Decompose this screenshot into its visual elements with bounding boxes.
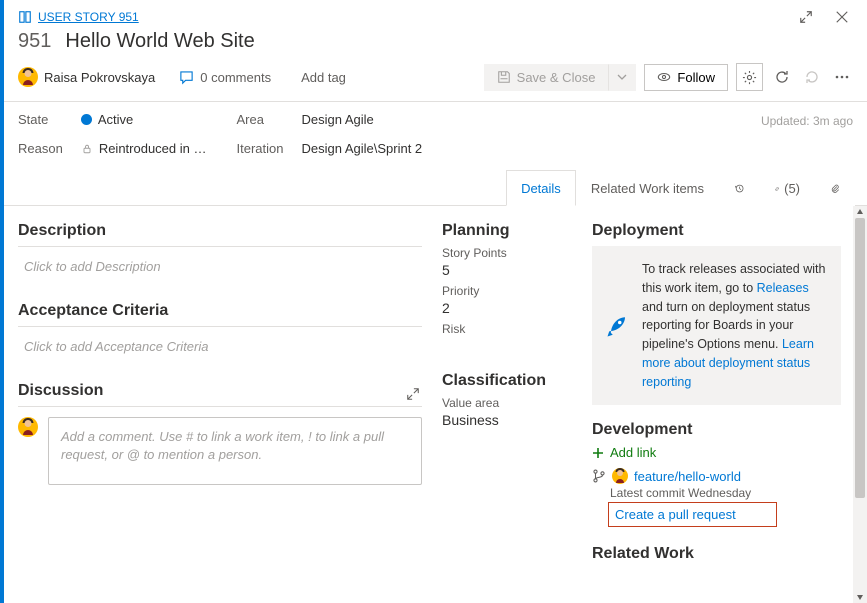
value-area-label: Value area [442, 396, 576, 410]
create-pr-highlight: Create a pull request [608, 502, 777, 527]
tab-links[interactable]: (5) [759, 170, 815, 206]
add-tag-button[interactable]: Add tag [295, 68, 352, 87]
risk-label: Risk [442, 322, 576, 336]
follow-label: Follow [677, 70, 715, 85]
classification-heading: Classification [442, 372, 576, 390]
reason-label: Reason [18, 141, 63, 156]
breadcrumb: USER STORY 951 [18, 10, 139, 24]
branch-icon [592, 469, 606, 483]
save-close-button[interactable]: Save & Close [484, 64, 609, 91]
save-menu-button[interactable] [608, 64, 636, 91]
branch-link[interactable]: feature/hello-world [634, 469, 741, 484]
tab-related-work-items[interactable]: Related Work items [576, 170, 719, 206]
reason-value: Reintroduced in … [99, 141, 207, 156]
branch-author-avatar [612, 468, 628, 484]
create-pull-request-link[interactable]: Create a pull request [615, 507, 736, 522]
links-count: (5) [784, 181, 800, 196]
fullscreen-icon [799, 10, 813, 24]
acceptance-heading: Acceptance Criteria [18, 302, 422, 320]
tab-details[interactable]: Details [506, 170, 576, 206]
value-area-field[interactable]: Business [442, 412, 576, 428]
user-story-icon [18, 10, 32, 24]
avatar [18, 67, 38, 87]
area-picker[interactable]: Design Agile [301, 112, 422, 127]
current-user-avatar [18, 417, 38, 437]
priority-field[interactable]: 2 [442, 300, 576, 316]
description-input[interactable]: Click to add Description [18, 257, 422, 302]
reason-picker[interactable]: Reintroduced in … [81, 141, 207, 156]
assignee-picker[interactable]: Raisa Pokrovskaya [18, 67, 155, 87]
development-heading: Development [592, 421, 841, 439]
undo-button[interactable] [801, 66, 823, 88]
assignee-name: Raisa Pokrovskaya [44, 70, 155, 85]
discussion-heading: Discussion [18, 382, 103, 400]
releases-link[interactable]: Releases [757, 281, 809, 295]
story-points-label: Story Points [442, 246, 576, 260]
paperclip-icon [830, 182, 840, 196]
lock-icon [81, 143, 93, 155]
add-link-label: Add link [610, 445, 656, 460]
comments-count: 0 comments [200, 70, 271, 85]
iteration-picker[interactable]: Design Agile\Sprint 2 [301, 141, 422, 156]
state-dot-icon [81, 114, 92, 125]
description-heading: Description [18, 222, 422, 240]
deployment-info-box: To track releases associated with this w… [592, 246, 841, 405]
plus-icon [592, 447, 604, 459]
close-icon [835, 10, 849, 24]
link-icon [774, 182, 780, 196]
comment-icon [179, 70, 194, 85]
settings-button[interactable] [736, 63, 763, 91]
fullscreen-button[interactable] [797, 8, 815, 26]
tab-attachments[interactable] [815, 171, 855, 206]
undo-icon [804, 69, 820, 85]
history-icon [734, 181, 744, 196]
comment-input[interactable]: Add a comment. Use # to link a work item… [48, 417, 422, 485]
deployment-heading: Deployment [592, 222, 841, 240]
state-label: State [18, 112, 63, 127]
story-points-field[interactable]: 5 [442, 262, 576, 278]
commit-meta: Latest commit Wednesday [610, 486, 841, 500]
work-item-title-text: Hello World Web Site [65, 30, 254, 53]
state-value: Active [98, 112, 133, 127]
save-close-label: Save & Close [517, 70, 596, 85]
close-button[interactable] [833, 8, 851, 26]
related-work-heading: Related Work [592, 545, 841, 563]
refresh-icon [774, 69, 790, 85]
refresh-button[interactable] [771, 66, 793, 88]
follow-button[interactable]: Follow [644, 64, 728, 91]
add-link-button[interactable]: Add link [592, 445, 841, 460]
acceptance-input[interactable]: Click to add Acceptance Criteria [18, 337, 422, 382]
comments-button[interactable]: 0 comments [179, 70, 271, 85]
planning-heading: Planning [442, 222, 576, 240]
iteration-value: Design Agile\Sprint 2 [301, 141, 422, 156]
breadcrumb-link[interactable]: USER STORY 951 [38, 10, 139, 24]
iteration-label: Iteration [236, 141, 283, 156]
area-value: Design Agile [301, 112, 373, 127]
priority-label: Priority [442, 284, 576, 298]
scrollbar-thumb[interactable] [855, 218, 865, 498]
more-icon [834, 69, 850, 85]
work-item-title[interactable]: 951 Hello World Web Site [4, 26, 867, 59]
chevron-down-icon [617, 72, 627, 82]
rocket-icon [604, 312, 632, 340]
state-picker[interactable]: Active [81, 112, 207, 127]
more-actions-button[interactable] [831, 66, 853, 88]
tab-history[interactable] [719, 170, 759, 206]
expand-icon [406, 387, 420, 401]
scrollbar[interactable] [853, 206, 867, 603]
work-item-id: 951 [18, 30, 51, 53]
area-label: Area [236, 112, 283, 127]
save-icon [497, 70, 511, 84]
gear-icon [742, 70, 757, 85]
discussion-expand-button[interactable] [404, 385, 422, 403]
updated-timestamp: Updated: 3m ago [761, 112, 853, 128]
eye-icon [657, 70, 671, 84]
